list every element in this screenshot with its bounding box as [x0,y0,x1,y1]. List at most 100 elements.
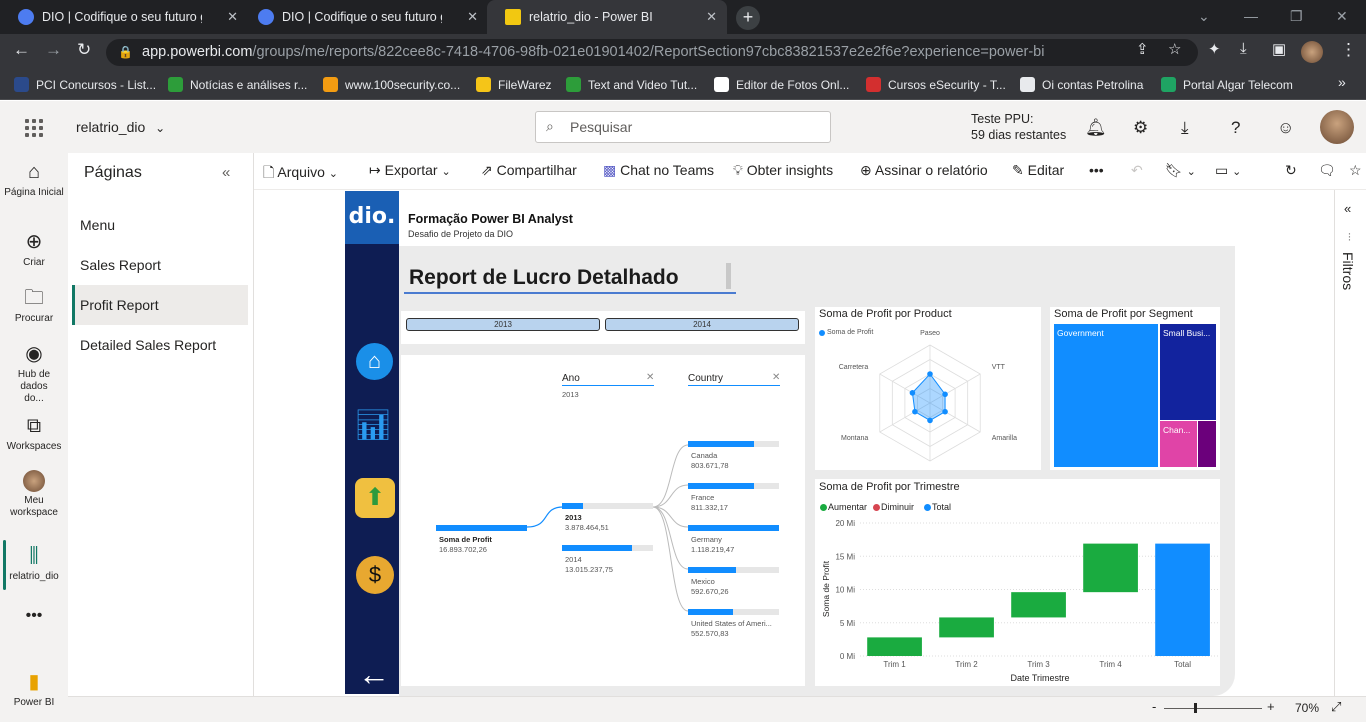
treemap-tile-small-business[interactable]: Small Busi... [1160,324,1216,420]
undo-icon[interactable]: ↶ [1131,162,1143,179]
restore-icon[interactable]: ❐ [1290,8,1303,25]
sidepanel-icon[interactable]: ▣ [1272,40,1286,58]
waterfall-bar[interactable] [867,637,922,656]
new-tab-button[interactable]: + [736,6,760,30]
refresh-icon[interactable]: ↻ [1285,162,1297,179]
country-bar[interactable] [688,483,755,489]
treemap-tile-other[interactable] [1198,421,1216,467]
subscribe-button[interactable]: ⊕ Assinar o relatório [860,162,988,179]
file-menu[interactable]: 🗋 Arquivo ⌄ [263,162,338,186]
country-bar[interactable] [688,441,754,447]
more-bookmarks-icon[interactable]: » [1338,74,1346,90]
page-item-menu[interactable]: Menu [72,205,248,245]
share-icon[interactable]: ⇪ [1136,40,1149,58]
bookmark-item[interactable]: Text and Video Tut... [566,77,697,92]
browser-tab[interactable]: DIO | Codifique o seu futuro glob ✕ [240,0,488,34]
close-tab-icon[interactable]: ✕ [227,9,238,25]
country-bar[interactable] [688,525,779,531]
waterfall-bar[interactable] [1011,592,1066,618]
lock-icon[interactable]: 🔒 [118,45,133,59]
browser-tab-active[interactable]: relatrio_dio - Power BI ✕ [487,0,727,34]
notifications-icon[interactable]: 🔔︎ [1085,118,1107,138]
zoom-out-icon[interactable]: - [1152,699,1156,714]
user-avatar[interactable] [1320,110,1354,144]
waterfall-bar[interactable] [1083,543,1138,593]
comment-icon[interactable]: 🗨︎ [1318,162,1336,179]
reload-icon[interactable]: ↻ [77,40,91,60]
bookmark-icon[interactable]: 🔖︎ ⌄ [1165,162,1196,179]
profit-nav-icon[interactable]: ⬆ [355,478,395,518]
home-nav-icon[interactable]: ⌂ [356,343,393,380]
address-bar[interactable]: app.powerbi.com/groups/me/reports/822cee… [106,39,1198,66]
zoom-in-icon[interactable]: + [1267,699,1275,714]
year-bar[interactable] [562,503,583,509]
rail-item-datahub[interactable]: ◉ Hub de dados do... [0,342,68,405]
fit-page-icon[interactable]: ⤢ [1331,699,1341,715]
report-name-dropdown[interactable]: relatrio_dio ⌄ [76,119,165,135]
bookmark-item[interactable]: FileWarez [476,77,552,92]
rail-item-home[interactable]: ⌂ Página Inicial [0,160,68,199]
rail-more-button[interactable]: ••• [0,608,68,624]
bookmark-item[interactable]: PCI Concursos - List... [14,77,156,92]
treemap-tile-channel[interactable]: Chan... [1160,421,1197,467]
bookmark-item[interactable]: Oi contas Petrolina [1020,77,1143,92]
back-arrow-icon[interactable]: ← [358,654,390,694]
page-item-sales-report[interactable]: Sales Report [72,245,248,285]
filters-label[interactable]: Filtros [1340,252,1356,290]
waterfall-bar[interactable] [939,617,994,638]
export-menu[interactable]: ↦ Exportar ⌄ [369,162,451,179]
extensions-icon[interactable]: ✦ [1208,40,1221,58]
app-launcher-icon[interactable] [25,119,43,137]
handshake-money-icon[interactable]: $ [356,556,394,594]
search-input[interactable]: Pesquisar [535,111,831,143]
zoom-slider[interactable] [1164,708,1262,709]
waterfall-bar[interactable] [1155,543,1210,656]
download-icon[interactable]: ⤓ [1240,40,1247,57]
bookmark-item[interactable]: www.100security.co... [323,77,460,92]
country-bar[interactable] [688,567,737,573]
star-icon[interactable]: ☆ [1168,40,1181,58]
close-tab-icon[interactable]: ✕ [706,9,717,25]
zoom-slider-thumb[interactable] [1194,703,1197,713]
insights-button[interactable]: 💡︎ Obter insights [733,162,833,179]
favorite-icon[interactable]: ☆ [1349,162,1362,179]
rail-item-myworkspace[interactable]: Meu workspace [0,470,68,519]
close-tab-icon[interactable]: ✕ [467,9,478,25]
year-button-2013[interactable]: 2013 [406,318,600,331]
feedback-icon[interactable]: ☺ [1277,118,1294,138]
page-item-detailed-sales-report[interactable]: Detailed Sales Report [72,325,248,365]
bookmark-item[interactable]: Cursos eSecurity - T... [866,77,1006,92]
rail-item-workspaces[interactable]: ⧉ Workspaces [0,414,68,453]
browser-tab[interactable]: DIO | Codifique o seu futuro glob ✕ [0,0,248,34]
settings-icon[interactable]: ⚙ [1133,118,1148,138]
treemap-tile-government[interactable]: Government [1054,324,1158,467]
close-window-icon[interactable]: ✕ [1336,8,1348,25]
share-button[interactable]: ⇗ Compartilhar [481,162,577,179]
view-icon[interactable]: ▭ ⌄ [1215,162,1241,179]
help-icon[interactable]: ? [1231,118,1240,138]
teams-chat-button[interactable]: ▩ Chat no Teams [603,162,714,179]
more-menu-icon[interactable]: ⋮ [1340,40,1357,60]
bookmark-item[interactable]: Editor de Fotos Onl... [714,77,849,92]
sales-nav-icon[interactable]: 📊︎ [354,406,392,446]
chevron-down-icon[interactable]: ⌄ [1198,8,1210,25]
collapse-pane-icon[interactable]: « [222,164,230,181]
page-item-profit-report[interactable]: Profit Report [72,285,248,325]
rail-item-create[interactable]: ⊕ Criar [0,230,68,269]
profile-avatar[interactable] [1301,41,1323,63]
year-bar[interactable] [562,545,633,551]
expand-filters-icon[interactable]: « [1344,201,1351,216]
more-actions-icon[interactable]: ••• [1089,162,1104,178]
bookmark-item[interactable]: Portal Algar Telecom [1161,77,1293,92]
country-bar[interactable] [688,609,733,615]
rail-item-report[interactable]: ⫼ relatrio_dio [0,544,68,583]
bookmark-item[interactable]: Notícias e análises r... [168,77,307,92]
root-bar[interactable] [436,525,527,531]
forward-icon[interactable]: → [45,40,62,60]
year-button-2014[interactable]: 2014 [605,318,799,331]
rail-item-browse[interactable]: 🗀 Procurar [0,286,68,325]
powerbi-brand[interactable]: ▮ Power BI [0,670,68,709]
minimize-icon[interactable]: — [1244,8,1258,24]
download-icon[interactable]: ⤓ [1181,118,1189,138]
edit-button[interactable]: ✎ Editar [1012,162,1064,179]
